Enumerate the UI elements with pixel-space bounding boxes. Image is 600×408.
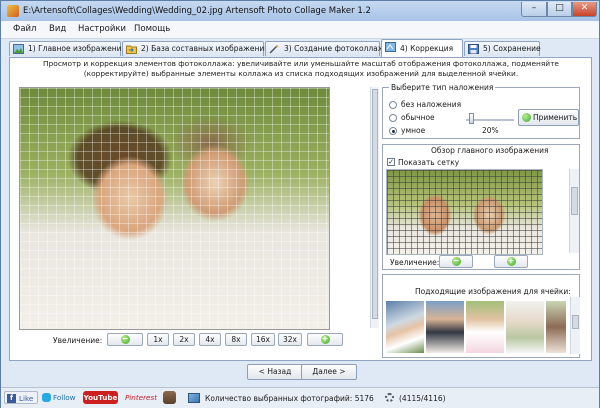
plus-icon: +: [506, 255, 516, 266]
scrollbar-thumb[interactable]: [571, 187, 578, 215]
wand-icon: [269, 44, 280, 54]
overview-title: Обзор главного изображения: [429, 146, 551, 155]
tab-correction[interactable]: 4) Коррекция: [381, 39, 463, 57]
menu-bar: Файл Вид Настройки Помощь: [1, 21, 599, 39]
status-bar: f Like Follow YouTube Pinterest Количест…: [1, 387, 599, 408]
overlay-normal-radio[interactable]: [389, 114, 397, 122]
zoom-16x-button[interactable]: 16x: [251, 333, 275, 346]
menu-help[interactable]: Помощь: [134, 24, 170, 34]
zoom-label: Увеличение:: [53, 336, 103, 345]
overview-preview[interactable]: [386, 169, 543, 255]
show-grid-checkbox[interactable]: ✓: [387, 158, 395, 166]
overlay-title: Выберите тип наложения: [389, 83, 496, 92]
correction-icon: [385, 42, 396, 52]
tab-strip: 1) Главное изображение 2) База составных…: [9, 39, 599, 57]
matching-thumbnail[interactable]: [426, 301, 464, 353]
tab-label: 4) Коррекция: [400, 44, 454, 53]
matching-thumbnail[interactable]: [506, 301, 544, 353]
instructions-text: Просмотр и коррекция элементов фотоколла…: [43, 59, 559, 78]
zoom-2x-button[interactable]: 2x: [173, 333, 195, 346]
scrollbar-thumb[interactable]: [372, 89, 378, 319]
photos-icon: [188, 393, 200, 403]
zoom-32x-button[interactable]: 32x: [278, 333, 302, 346]
menu-file[interactable]: Файл: [13, 24, 36, 34]
zoom-in-button[interactable]: +: [307, 333, 343, 346]
overlay-none-label: без наложения: [401, 100, 462, 109]
tab-label: 2) База составных изображений: [141, 44, 270, 53]
tab-label: 5) Сохранение: [483, 44, 541, 53]
like-label: Like: [19, 394, 34, 403]
collage-cells: [20, 88, 329, 329]
matching-scrollbar[interactable]: [570, 297, 580, 354]
minus-icon: −: [120, 333, 130, 344]
menu-view[interactable]: Вид: [49, 24, 66, 34]
maximize-button[interactable]: □: [547, 2, 572, 17]
close-button[interactable]: ✕: [572, 2, 597, 17]
tab-label: 1) Главное изображение: [28, 44, 127, 53]
folder-arrow-icon: [126, 45, 137, 54]
scrollbar-thumb[interactable]: [572, 315, 579, 329]
overview-zoom-label: Увеличение:: [390, 258, 440, 267]
loading-spinner-icon: [385, 393, 394, 402]
tab-save[interactable]: 5) Сохранение: [464, 41, 541, 56]
plus-icon: +: [320, 333, 330, 344]
facebook-like-button[interactable]: f Like: [4, 391, 38, 404]
matching-thumbnail[interactable]: [386, 301, 424, 353]
progress-counter: (4115/4116): [399, 394, 446, 403]
zoom-out-button[interactable]: −: [107, 333, 143, 346]
matching-thumbnail[interactable]: [546, 301, 566, 353]
overlay-none-radio[interactable]: [389, 101, 397, 109]
app-window: E:\Artensoft\Collages\Wedding\Wedding_02…: [0, 0, 600, 408]
twitter-follow-button[interactable]: Follow: [41, 391, 81, 404]
minus-icon: −: [451, 255, 461, 266]
title-bar: E:\Artensoft\Collages\Wedding\Wedding_02…: [1, 1, 599, 21]
zoom-8x-button[interactable]: 8x: [225, 333, 247, 346]
matching-title: Подходящие изображения для ячейки:: [413, 287, 573, 296]
overlay-normal-label: обычное: [401, 113, 435, 122]
selected-photos-count: Количество выбранных фотографий: 5176: [205, 394, 374, 403]
twitter-icon: [42, 393, 51, 402]
show-grid-label: Показать сетку: [398, 158, 460, 167]
overlay-smart-label: умное: [401, 126, 426, 135]
collage-scrollbar[interactable]: [370, 87, 379, 328]
matching-images: [386, 301, 566, 353]
overview-scrollbar[interactable]: [569, 169, 579, 253]
overlay-slider-thumb[interactable]: [469, 113, 474, 124]
overview-zoom-out-button[interactable]: −: [439, 255, 473, 268]
app-icon: [7, 5, 19, 17]
follow-label: Follow: [53, 393, 76, 402]
instagram-icon[interactable]: [163, 391, 176, 404]
zoom-4x-button[interactable]: 4x: [199, 333, 221, 346]
tab-create-collage[interactable]: 3) Создание фотоколлажа: [265, 41, 389, 56]
save-icon: [468, 44, 479, 54]
overlay-percent: 20%: [482, 126, 499, 135]
back-button[interactable]: < Назад: [247, 364, 303, 380]
window-title: E:\Artensoft\Collages\Wedding\Wedding_02…: [23, 6, 371, 16]
collage-preview[interactable]: [19, 87, 330, 330]
next-button[interactable]: Далее >: [301, 364, 357, 380]
menu-settings[interactable]: Настройки: [78, 24, 126, 34]
tab-main-image[interactable]: 1) Главное изображение: [9, 41, 126, 56]
matching-thumbnail[interactable]: [466, 301, 504, 353]
facebook-icon: f: [7, 394, 16, 403]
image-icon: [13, 44, 24, 54]
apply-icon: [522, 113, 531, 122]
apply-button[interactable]: Применить: [518, 109, 579, 126]
overview-zoom-in-button[interactable]: +: [494, 255, 528, 268]
apply-label: Применить: [533, 113, 578, 122]
zoom-1x-button[interactable]: 1x: [147, 333, 169, 346]
overview-grid: [387, 170, 542, 254]
tab-image-database[interactable]: 2) База составных изображений: [122, 41, 269, 56]
tab-label: 3) Создание фотоколлажа: [284, 44, 390, 53]
minimize-button[interactable]: –: [521, 2, 547, 17]
youtube-button[interactable]: YouTube: [83, 391, 118, 404]
pinterest-button[interactable]: Pinterest: [122, 391, 160, 404]
overlay-smart-radio[interactable]: [389, 127, 397, 135]
